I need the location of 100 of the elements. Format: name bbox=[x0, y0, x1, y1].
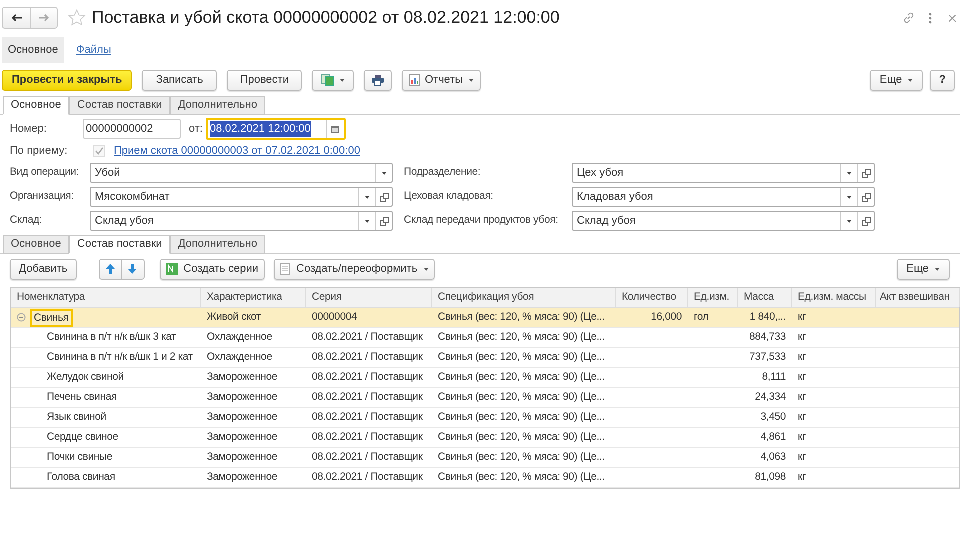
create-series-button[interactable]: Создать серии bbox=[160, 258, 265, 280]
table-cell-text: Свинья (вес: 120, % мяса: 90) (Це... bbox=[438, 330, 605, 345]
help-button[interactable]: ? bbox=[930, 70, 955, 90]
table-cell-text: 24,334 bbox=[755, 390, 786, 405]
move-up-button[interactable] bbox=[98, 258, 122, 280]
table-cell-text: Свинина в п/т н/к в/шк 3 кат bbox=[47, 330, 176, 345]
table-cell-text: Замороженное bbox=[207, 470, 278, 485]
column-header[interactable]: Масса bbox=[738, 288, 792, 307]
field-value: Кладовая убоя bbox=[576, 190, 654, 205]
more-vertical-icon[interactable] bbox=[929, 12, 932, 24]
dropdown-icon bbox=[364, 196, 370, 198]
reports-button[interactable]: Отчеты bbox=[402, 70, 482, 90]
field-label: Склад: bbox=[10, 213, 44, 228]
table-cell: Свинья bbox=[30, 308, 73, 326]
more-button[interactable]: Еще bbox=[870, 70, 924, 90]
star-icon[interactable] bbox=[68, 9, 86, 27]
table-cell-text: Желудок свиной bbox=[47, 370, 124, 385]
tab[interactable]: Состав поставки bbox=[69, 235, 170, 254]
form-tab[interactable]: Основное bbox=[2, 37, 64, 63]
print-button[interactable] bbox=[364, 70, 392, 90]
down-arrow-icon bbox=[128, 264, 138, 274]
table-cell-text: 00000004 bbox=[312, 310, 358, 325]
tab[interactable]: Основное bbox=[3, 96, 70, 115]
table-cell-text: кг bbox=[798, 330, 806, 345]
calendar-icon[interactable] bbox=[331, 125, 340, 133]
table-cell-text: кг bbox=[798, 350, 806, 365]
table-cell-text: Язык свиной bbox=[47, 410, 106, 425]
post-and-close-button[interactable]: Провести и закрыть bbox=[2, 70, 132, 90]
table-cell-text: 737,533 bbox=[749, 350, 786, 365]
save-button[interactable]: Записать bbox=[142, 70, 218, 90]
number-field[interactable]: 00000000002 bbox=[83, 119, 181, 139]
table-cell-text: Свинина в п/т н/к в/шк 1 и 2 кат bbox=[47, 350, 193, 365]
collapse-icon[interactable] bbox=[17, 313, 26, 322]
field-label: Номер: bbox=[10, 122, 48, 137]
field-value: Склад убоя bbox=[94, 214, 155, 229]
select-field[interactable]: Кладовая убоя bbox=[572, 187, 875, 207]
table-cell-text: 08.02.2021 / Поставщик bbox=[312, 450, 423, 465]
column-header[interactable]: Характеристика bbox=[201, 288, 306, 307]
table-cell-text: 3,450 bbox=[760, 410, 786, 425]
create-based-button[interactable] bbox=[312, 70, 354, 90]
table-more-button[interactable]: Еще bbox=[896, 258, 950, 280]
receipt-link[interactable]: Прием скота 00000000003 от 07.02.2021 0:00:00 bbox=[114, 142, 360, 160]
table-cell-text: кг bbox=[798, 450, 806, 465]
printer-icon bbox=[372, 74, 384, 86]
column-header[interactable]: Акт взвешиван bbox=[876, 288, 960, 307]
window-title: Поставка и убой скота 00000000002 от 08.02.2021 12:00:00 bbox=[92, 7, 560, 30]
table-cell-text: кг bbox=[798, 470, 806, 485]
table-cell-text: 08.02.2021 / Поставщик bbox=[312, 410, 423, 425]
table-cell-text: кг bbox=[798, 410, 806, 425]
caret-icon bbox=[935, 268, 940, 270]
table-cell-text: кг bbox=[798, 390, 806, 405]
tab[interactable]: Основное bbox=[3, 235, 70, 254]
table-cell-text: Свинья (вес: 120, % мяса: 90) (Це... bbox=[438, 350, 605, 365]
form-link[interactable]: Файлы bbox=[70, 37, 118, 63]
open-icon[interactable] bbox=[380, 216, 388, 226]
column-header[interactable]: Ед.изм. массы bbox=[792, 288, 876, 307]
caret-icon bbox=[908, 78, 914, 82]
documents-icon bbox=[320, 74, 334, 86]
link-icon[interactable] bbox=[903, 12, 915, 24]
table-cell-text: кг bbox=[798, 430, 806, 445]
table-cell-text: 4,063 bbox=[760, 450, 786, 465]
add-button[interactable]: Добавить bbox=[10, 258, 77, 280]
table-cell-text: 1 840,... bbox=[750, 310, 786, 325]
table-row[interactable]: Свинья Живой скот 00000004 Свинья (вес: 120, % мяса: 90) (Це... 16,000 гол 1 840,... кг bbox=[11, 308, 959, 328]
column-header[interactable]: Ед.изм. bbox=[688, 288, 738, 307]
table-cell-text: гол bbox=[694, 310, 709, 325]
select-field[interactable]: Цех убоя bbox=[572, 163, 875, 183]
column-header[interactable]: Номенклатура bbox=[11, 288, 201, 307]
number-sign-icon bbox=[166, 263, 178, 275]
table-cell-text: 08.02.2021 / Поставщик bbox=[312, 370, 423, 385]
open-icon[interactable] bbox=[862, 216, 870, 226]
open-icon[interactable] bbox=[862, 192, 870, 202]
close-icon[interactable] bbox=[949, 14, 956, 22]
table-cell-text: 08.02.2021 / Поставщик bbox=[312, 350, 423, 365]
table-cell-text: кг bbox=[798, 370, 806, 385]
tab[interactable]: Дополнительно bbox=[170, 96, 266, 115]
select-field[interactable]: Склад убоя bbox=[572, 211, 875, 231]
post-button[interactable]: Провести bbox=[227, 70, 302, 90]
table-cell-text: 08.02.2021 / Поставщик bbox=[312, 330, 423, 345]
table-cell-text: 08.02.2021 / Поставщик bbox=[312, 470, 423, 485]
move-down-button[interactable] bbox=[122, 258, 145, 280]
table-cell-text: кг bbox=[798, 310, 806, 325]
column-header[interactable]: Количество bbox=[616, 288, 688, 307]
column-header[interactable]: Спецификация убоя bbox=[432, 288, 616, 307]
table-cell-text: Голова свиная bbox=[47, 470, 116, 485]
report-icon bbox=[408, 74, 420, 86]
create-reform-button[interactable]: Создать/переоформить bbox=[274, 258, 435, 280]
checkbox[interactable] bbox=[93, 145, 105, 157]
open-icon[interactable] bbox=[380, 192, 388, 202]
select-field[interactable]: Убой bbox=[90, 163, 393, 183]
select-field[interactable]: Склад убоя bbox=[90, 211, 393, 231]
column-header[interactable]: Серия bbox=[306, 288, 432, 307]
open-icon[interactable] bbox=[862, 168, 870, 178]
select-field[interactable]: Мясокомбинат bbox=[90, 187, 393, 207]
table-cell-text: Свинья (вес: 120, % мяса: 90) (Це... bbox=[438, 390, 605, 405]
tab[interactable]: Дополнительно bbox=[170, 235, 266, 254]
date-field[interactable]: 08.02.2021 12:00:00 bbox=[206, 118, 346, 140]
tab[interactable]: Состав поставки bbox=[69, 96, 170, 115]
dropdown-icon bbox=[846, 196, 852, 198]
table-cell-text: Охлажденное bbox=[207, 350, 272, 365]
